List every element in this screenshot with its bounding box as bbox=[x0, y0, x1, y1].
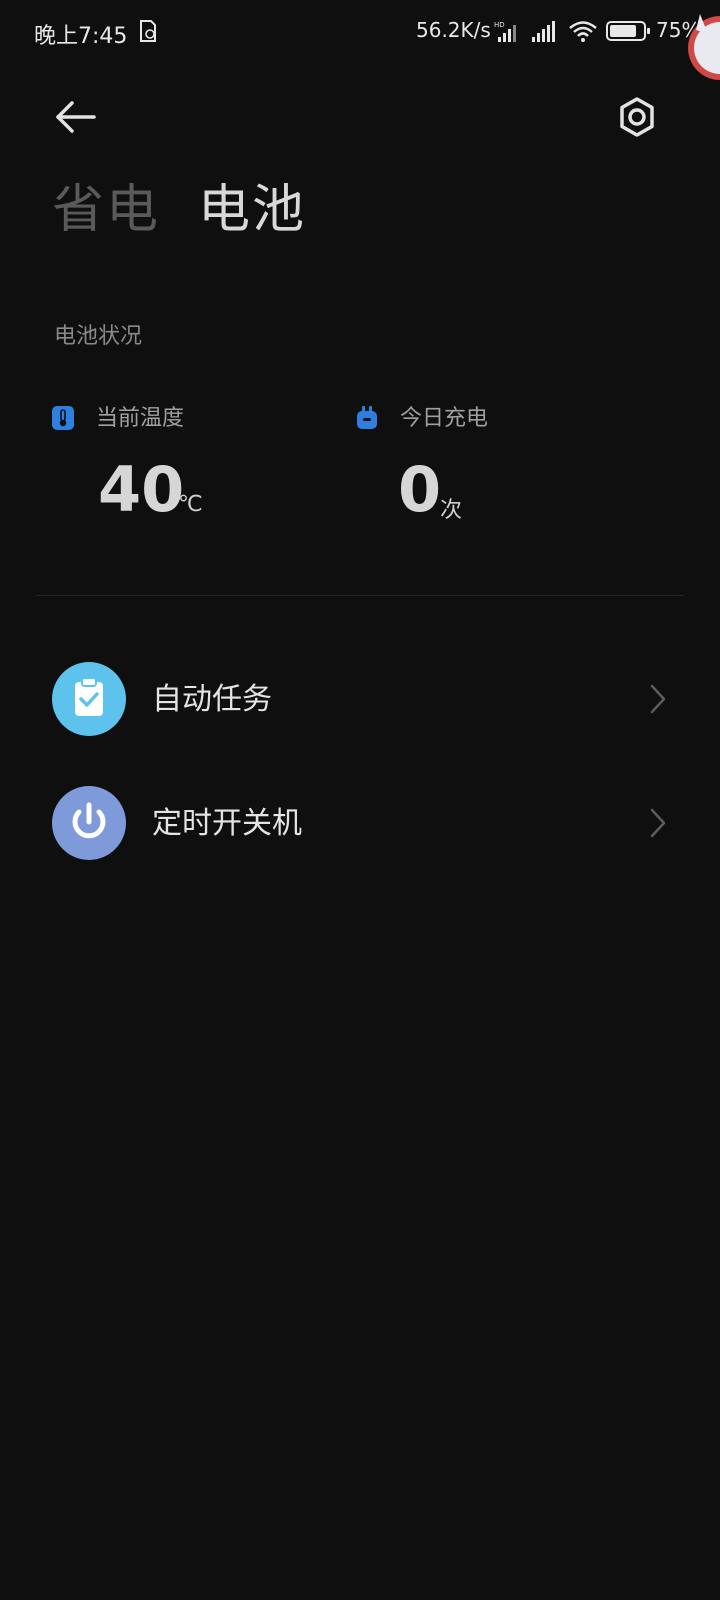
chevron-right-icon bbox=[650, 684, 666, 714]
tab-battery[interactable]: 电池 bbox=[198, 178, 306, 242]
tab-power-saving[interactable]: 省电 bbox=[52, 178, 160, 242]
charge-count-value: 0 bbox=[398, 453, 442, 526]
battery-status-heading: 电池状况 bbox=[54, 324, 143, 349]
status-time: 晚上7:45 bbox=[34, 24, 128, 49]
charge-count-label: 今日充电 bbox=[400, 406, 489, 431]
scheduled-power-icon-bg bbox=[52, 786, 126, 860]
signal-icon bbox=[532, 21, 555, 42]
charge-count-unit: 次 bbox=[440, 498, 463, 523]
plug-icon bbox=[357, 406, 377, 429]
hd-signal-icon: HD bbox=[494, 21, 516, 42]
sim-notification-icon bbox=[140, 20, 156, 42]
floating-avatar-icon bbox=[688, 14, 720, 80]
power-icon bbox=[72, 802, 106, 839]
wifi-icon bbox=[569, 21, 597, 42]
battery-icon bbox=[606, 21, 650, 41]
temperature-value: 40 bbox=[98, 453, 185, 526]
list-item-auto-task[interactable]: 自动任务 bbox=[0, 644, 720, 754]
charge-count-stat: 今日充电 0 次 bbox=[356, 396, 636, 536]
section-divider bbox=[36, 595, 684, 596]
auto-task-icon-bg bbox=[52, 662, 126, 736]
battery-screen: 晚上7:45 56.2K/s HD 75 省电 电池 电池状况 当前温度 40 … bbox=[0, 0, 720, 1600]
chevron-right-icon bbox=[650, 808, 666, 838]
back-button[interactable] bbox=[46, 92, 106, 142]
list-item-scheduled-power[interactable]: 定时开关机 bbox=[0, 768, 720, 878]
svg-text:HD: HD bbox=[494, 21, 505, 29]
temperature-stat: 当前温度 40 ℃ bbox=[52, 396, 332, 536]
network-speed: 56.2K/s bbox=[416, 18, 491, 42]
temperature-label: 当前温度 bbox=[96, 406, 185, 431]
thermometer-icon bbox=[52, 406, 74, 430]
status-bar: 晚上7:45 56.2K/s HD 75 bbox=[0, 0, 720, 80]
temperature-unit: ℃ bbox=[178, 492, 203, 517]
scheduled-power-label: 定时开关机 bbox=[152, 806, 302, 841]
clipboard-check-icon bbox=[75, 677, 103, 716]
settings-gear-icon[interactable] bbox=[612, 92, 662, 142]
auto-task-label: 自动任务 bbox=[152, 682, 272, 717]
